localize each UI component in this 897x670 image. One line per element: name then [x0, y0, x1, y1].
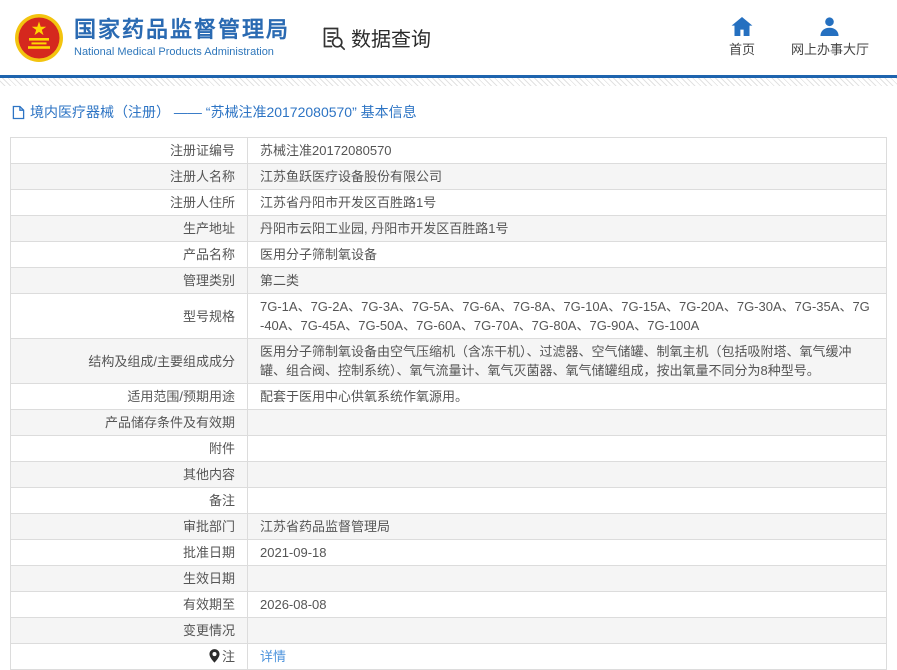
row-value: 2026-08-08	[247, 591, 887, 618]
row-value	[247, 409, 887, 436]
nav-item-home-label: 首页	[728, 42, 755, 57]
row-label: 生效日期	[10, 565, 248, 592]
row-value	[247, 487, 887, 514]
table-row: 注册人名称 江苏鱼跃医疗设备股份有限公司	[10, 163, 887, 190]
row-label: 型号规格	[10, 293, 248, 339]
row-value: 详情	[247, 643, 887, 670]
table-row: 结构及组成/主要组成成分 医用分子筛制氧设备由空气压缩机（含冻干机）、过滤器、空气…	[10, 338, 887, 384]
data-query-label: 数据查询	[351, 29, 432, 51]
row-label: 注册人名称	[10, 163, 248, 190]
row-value: 7G-1A、7G-2A、7G-3A、7G-5A、7G-6A、7G-8A、7G-1…	[247, 293, 887, 339]
data-query-menu[interactable]: 数据查询	[320, 23, 431, 52]
row-value: 江苏鱼跃医疗设备股份有限公司	[247, 163, 887, 190]
row-label: 注	[10, 643, 248, 670]
user-icon	[819, 17, 840, 36]
table-row: 附件	[10, 435, 887, 462]
row-value	[247, 461, 887, 488]
info-table-body: 注册证编号 苏械注准20172080570 注册人名称 江苏鱼跃医疗设备股份有限公司注…	[10, 137, 887, 670]
row-label: 产品储存条件及有效期	[10, 409, 248, 436]
table-row: 变更情况	[10, 617, 887, 644]
page-header: 国家药品监督管理局 National Medical Products Admi…	[0, 0, 897, 75]
row-label: 有效期至	[10, 591, 248, 618]
registration-info-table: 注册证编号 苏械注准20172080570 注册人名称 江苏鱼跃医疗设备股份有限公司注…	[10, 137, 887, 670]
row-label: 注册人住所	[10, 189, 248, 216]
table-row: 注详情	[10, 643, 887, 670]
detail-link[interactable]: 详情	[260, 649, 286, 664]
row-label: 备注	[10, 487, 248, 514]
header-hatch-band	[0, 78, 897, 86]
row-label: 其他内容	[10, 461, 248, 488]
table-row: 注册证编号 苏械注准20172080570	[10, 137, 887, 164]
row-value	[247, 565, 887, 592]
row-label: 管理类别	[10, 267, 248, 294]
row-value: 2021-09-18	[247, 539, 887, 566]
org-name-cn: 国家药品监督管理局	[74, 17, 291, 43]
table-row: 管理类别 第二类	[10, 267, 887, 294]
table-row: 有效期至 2026-08-08	[10, 591, 887, 618]
breadcrumb-text: 境内医疗器械（注册） —— “苏械注准20172080570” 基本信息	[30, 104, 417, 120]
document-icon	[12, 105, 25, 120]
table-row: 其他内容	[10, 461, 887, 488]
nav-item-home[interactable]: 首页	[729, 17, 755, 58]
nav-item-service-hall-label: 网上办事大厅	[790, 42, 869, 57]
header-nav: 首页 网上办事大厅	[729, 17, 869, 58]
table-row: 产品储存条件及有效期	[10, 409, 887, 436]
row-label: 注册证编号	[10, 137, 248, 164]
row-label: 附件	[10, 435, 248, 462]
row-value: 医用分子筛制氧设备由空气压缩机（含冻干机）、过滤器、空气储罐、制氧主机（包括吸附…	[247, 338, 887, 384]
row-value	[247, 435, 887, 462]
table-row: 型号规格 7G-1A、7G-2A、7G-3A、7G-5A、7G-6A、7G-8A、…	[10, 293, 887, 339]
table-row: 适用范围/预期用途 配套于医用中心供氧系统作氧源用。	[10, 383, 887, 410]
row-label: 审批部门	[10, 513, 248, 540]
pin-icon	[209, 649, 220, 663]
national-emblem-logo	[14, 13, 64, 63]
table-row: 生效日期	[10, 565, 887, 592]
table-row: 产品名称 医用分子筛制氧设备	[10, 241, 887, 268]
row-value: 苏械注准20172080570	[247, 137, 887, 164]
table-row: 生产地址 丹阳市云阳工业园, 丹阳市开发区百胜路1号	[10, 215, 887, 242]
org-title-block: 国家药品监督管理局 National Medical Products Admi…	[74, 17, 290, 57]
table-row: 备注	[10, 487, 887, 514]
nav-item-service-hall[interactable]: 网上办事大厅	[791, 17, 869, 58]
table-row: 批准日期 2021-09-18	[10, 539, 887, 566]
breadcrumb: 境内医疗器械（注册） —— “苏械注准20172080570” 基本信息	[12, 102, 897, 122]
row-label: 适用范围/预期用途	[10, 383, 248, 410]
table-row: 审批部门 江苏省药品监督管理局	[10, 513, 887, 540]
row-label: 变更情况	[10, 617, 248, 644]
row-label: 结构及组成/主要组成成分	[10, 338, 248, 384]
org-name-en: National Medical Products Administration	[74, 45, 274, 58]
row-label: 产品名称	[10, 241, 248, 268]
document-search-icon	[320, 25, 346, 51]
table-row: 注册人住所 江苏省丹阳市开发区百胜路1号	[10, 189, 887, 216]
row-value	[247, 617, 887, 644]
row-value: 第二类	[247, 267, 887, 294]
row-value: 丹阳市云阳工业园, 丹阳市开发区百胜路1号	[247, 215, 887, 242]
home-icon	[731, 17, 753, 36]
row-value: 医用分子筛制氧设备	[247, 241, 887, 268]
row-label: 生产地址	[10, 215, 248, 242]
row-value: 江苏省丹阳市开发区百胜路1号	[247, 189, 887, 216]
row-value: 配套于医用中心供氧系统作氧源用。	[247, 383, 887, 410]
row-label: 批准日期	[10, 539, 248, 566]
row-value: 江苏省药品监督管理局	[247, 513, 887, 540]
